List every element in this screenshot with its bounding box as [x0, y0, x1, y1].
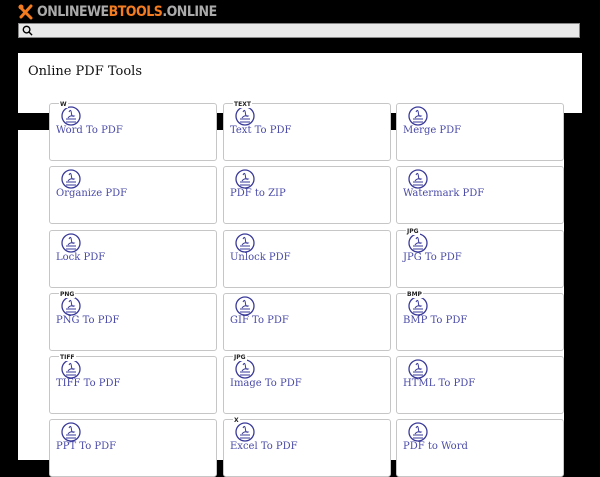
search-input[interactable]: [37, 24, 577, 37]
site-logo[interactable]: Onlinewebtools.online: [18, 3, 217, 21]
logo-text-part3: .online: [162, 4, 217, 20]
file-type-badge: BMP: [406, 291, 423, 298]
tool-label[interactable]: TIFF To PDF: [56, 378, 120, 389]
tool-label[interactable]: Excel To PDF: [230, 441, 298, 452]
tool-label[interactable]: Unlock PDF: [230, 252, 291, 263]
search-icon[interactable]: [22, 25, 33, 36]
file-type-badge: TIFF: [59, 354, 76, 361]
tool-tile-bmp-to-pdf[interactable]: BMP BMP To PDF: [396, 291, 564, 351]
tool-label[interactable]: PDF to ZIP: [230, 188, 286, 199]
tools-logo-icon: [18, 4, 33, 20]
tool-label[interactable]: Text To PDF: [230, 125, 291, 136]
tool-tile-excel-to-pdf[interactable]: X Excel To PDF: [223, 417, 391, 477]
search-bar: [18, 23, 580, 38]
tool-label[interactable]: PPT To PDF: [56, 441, 116, 452]
tool-tile-image-to-pdf[interactable]: JPG Image To PDF: [223, 354, 391, 414]
tool-label[interactable]: Organize PDF: [56, 188, 127, 199]
tool-label[interactable]: Merge PDF: [403, 125, 461, 136]
file-type-badge: PNG: [59, 291, 76, 298]
file-type-badge: JPG: [406, 228, 420, 235]
tool-label[interactable]: Lock PDF: [56, 252, 105, 263]
tool-label[interactable]: PDF to Word: [403, 441, 468, 452]
tool-tile-tiff-to-pdf[interactable]: TIFF TIFF To PDF: [49, 354, 217, 414]
file-type-badge: W: [59, 101, 68, 108]
top-bar: Onlinewebtools.online: [0, 0, 600, 24]
file-type-badge: X: [233, 417, 240, 424]
tool-tile-word-to-pdf[interactable]: W Word To PDF: [49, 101, 217, 161]
tool-label[interactable]: PNG To PDF: [56, 315, 119, 326]
tool-tile-watermark-pdf[interactable]: Watermark PDF: [396, 166, 564, 224]
logo-text-part1: Onlinewe: [37, 4, 109, 20]
tool-tile-pdf-to-zip[interactable]: PDF to ZIP: [223, 166, 391, 224]
page-title: Online PDF Tools: [28, 64, 143, 79]
file-type-badge: TEXT: [233, 101, 252, 108]
tool-label[interactable]: HTML To PDF: [403, 378, 475, 389]
tool-tile-html-to-pdf[interactable]: HTML To PDF: [396, 356, 564, 414]
tool-tile-gif-to-pdf[interactable]: GIF To PDF: [223, 293, 391, 351]
tool-tile-ppt-to-pdf[interactable]: PPT To PDF: [49, 419, 217, 477]
file-type-badge: JPG: [233, 354, 247, 361]
tool-tile-lock-pdf[interactable]: Lock PDF: [49, 230, 217, 288]
tool-label[interactable]: BMP To PDF: [403, 315, 467, 326]
tool-label[interactable]: GIF To PDF: [230, 315, 289, 326]
tool-label[interactable]: Watermark PDF: [403, 188, 484, 199]
tool-label[interactable]: Image To PDF: [230, 378, 302, 389]
tool-tile-jpg-to-pdf[interactable]: JPG JPG To PDF: [396, 228, 564, 288]
tool-label[interactable]: JPG To PDF: [403, 252, 462, 263]
logo-text-part2: btools: [108, 4, 163, 20]
tool-tile-png-to-pdf[interactable]: PNG PNG To PDF: [49, 291, 217, 351]
tool-tile-unlock-pdf[interactable]: Unlock PDF: [223, 230, 391, 288]
tool-tile-pdf-to-word[interactable]: PDF to Word: [396, 419, 564, 477]
tool-tile-text-to-pdf[interactable]: TEXT Text To PDF: [223, 101, 391, 161]
tool-label[interactable]: Word To PDF: [56, 125, 123, 136]
logo-text: Onlinewebtools.online: [37, 4, 217, 20]
tool-tile-organize-pdf[interactable]: Organize PDF: [49, 166, 217, 224]
tool-tile-merge-pdf[interactable]: Merge PDF: [396, 103, 564, 161]
